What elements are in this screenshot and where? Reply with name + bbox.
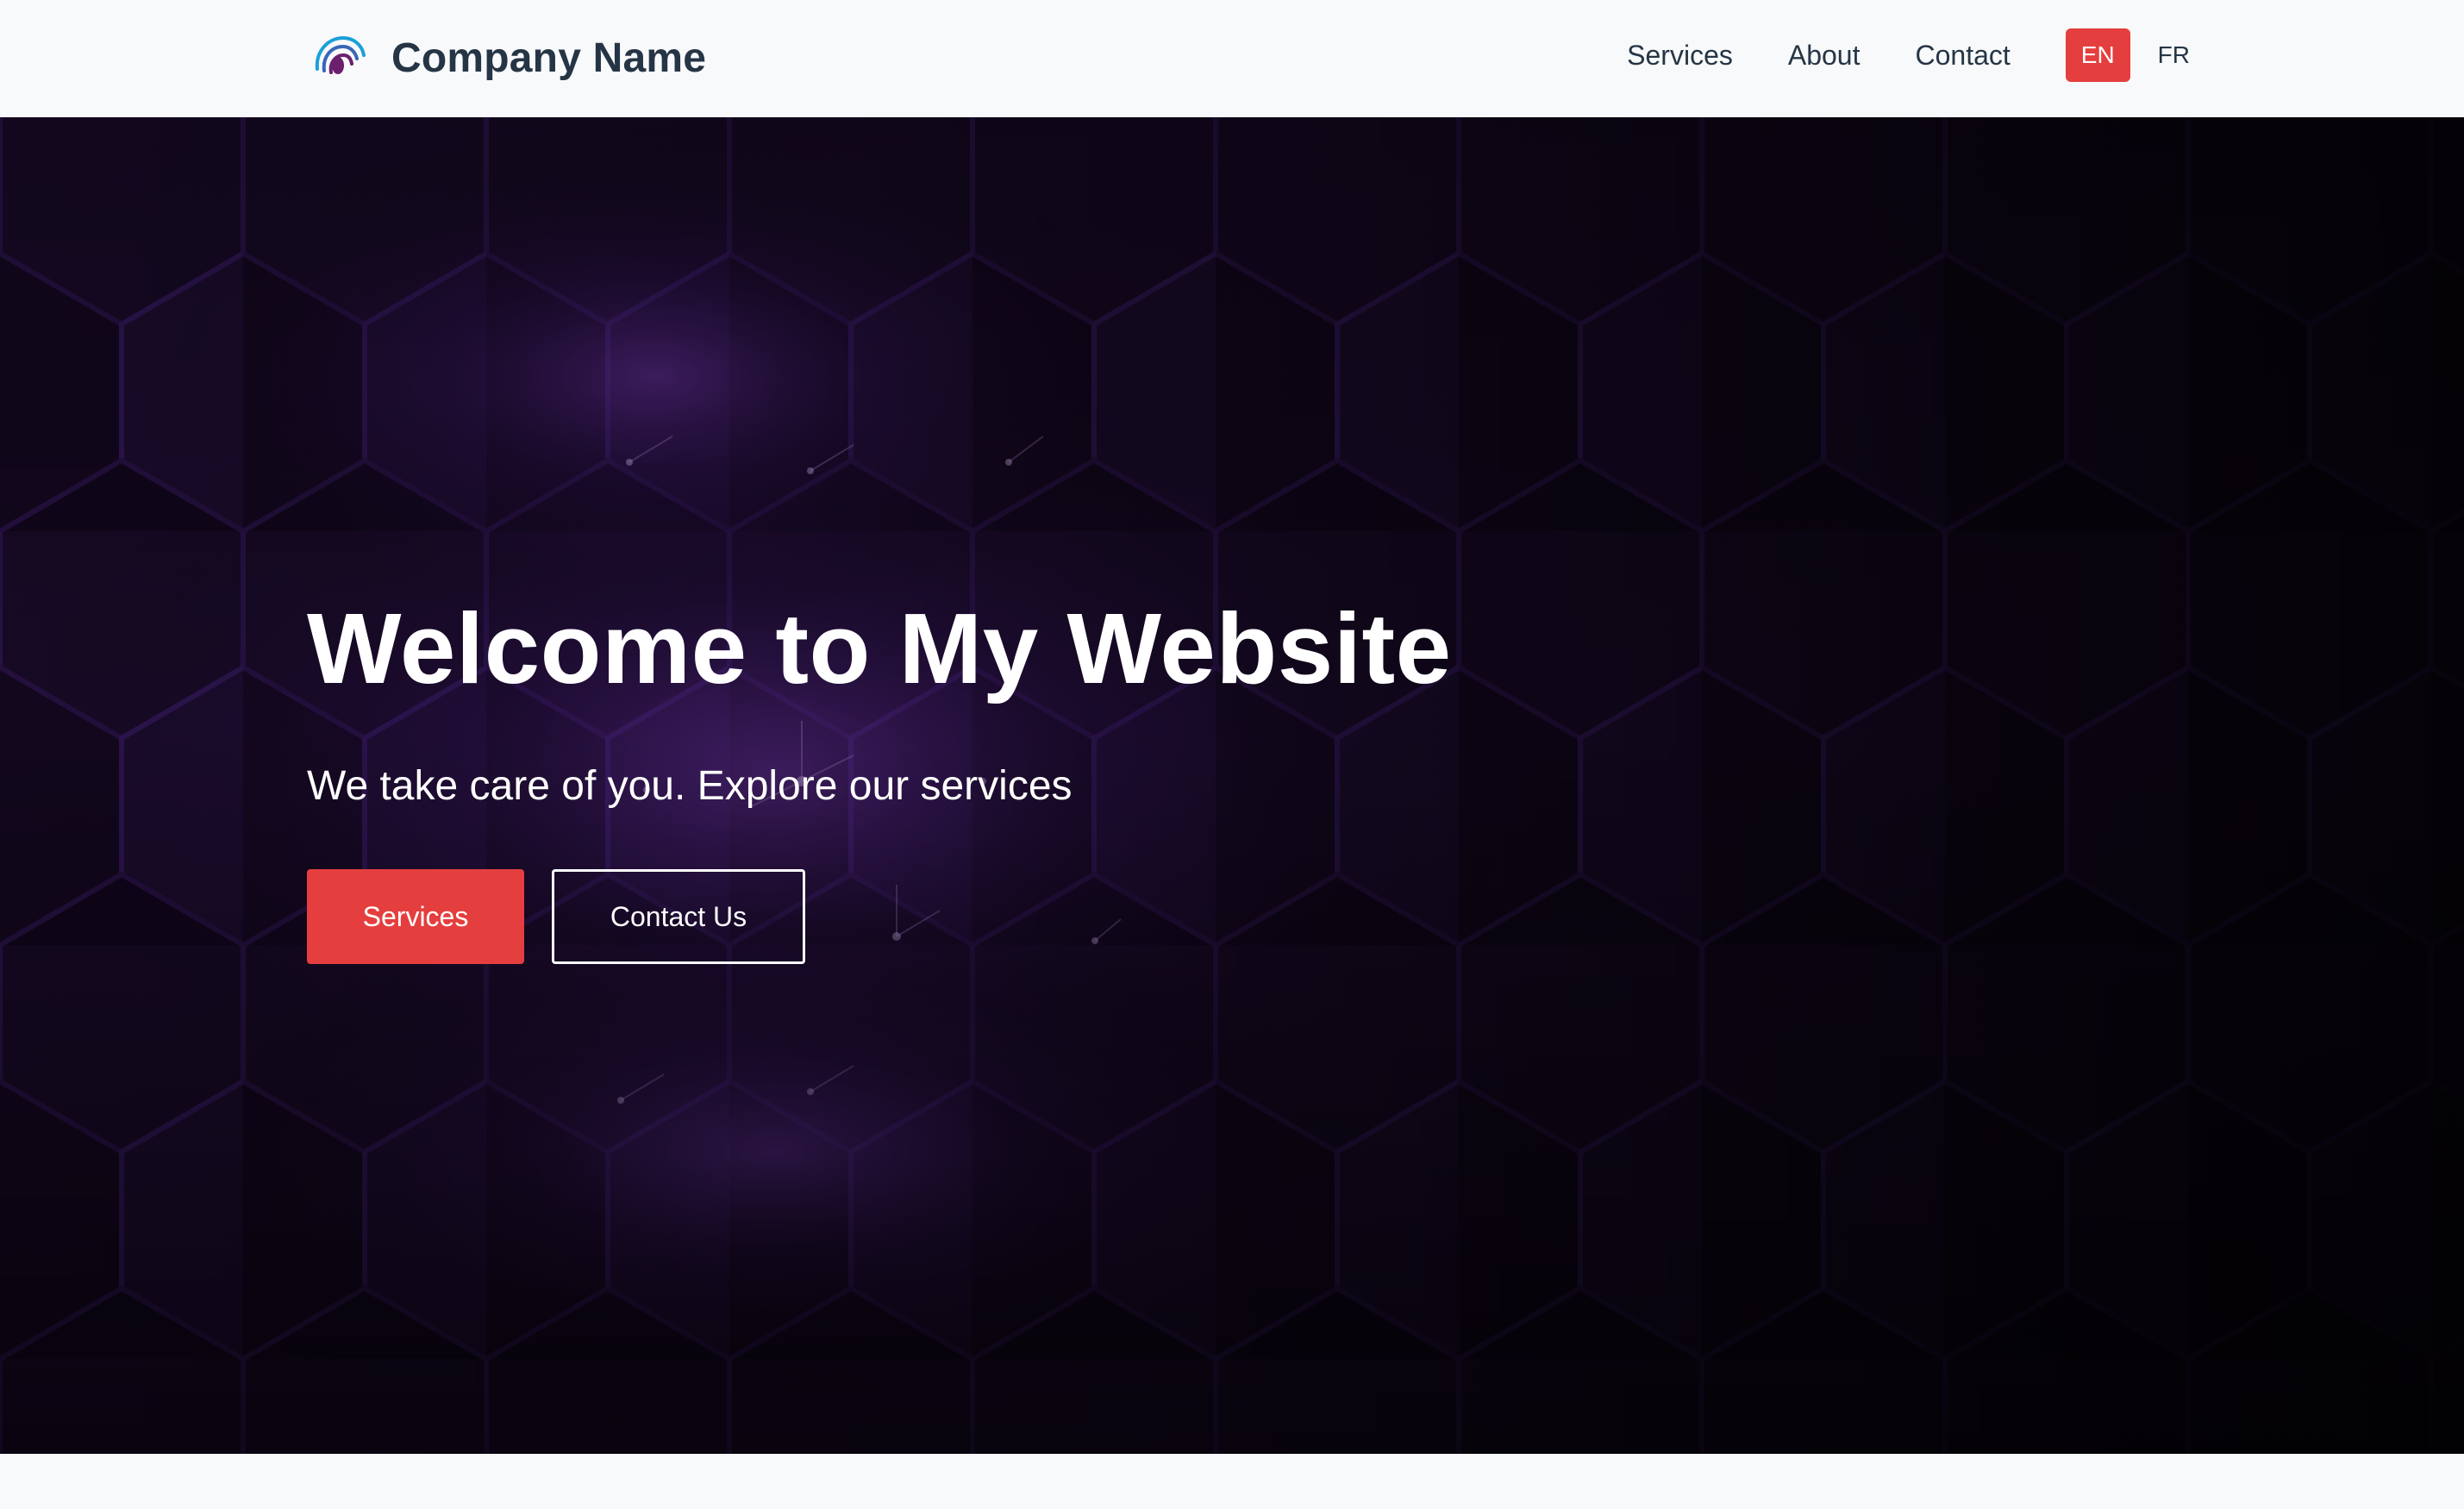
site-header: Company Name Services About Contact EN F… — [0, 0, 2464, 117]
next-section-edge — [0, 1454, 2464, 1509]
nav-link-contact[interactable]: Contact — [1915, 41, 2010, 69]
brand[interactable]: Company Name — [312, 24, 706, 93]
contact-us-button[interactable]: Contact Us — [552, 869, 805, 965]
company-name: Company Name — [391, 35, 707, 81]
hero-section: Welcome to My Website We take care of yo… — [0, 117, 2464, 1454]
nav-link-about[interactable]: About — [1788, 41, 1861, 69]
hero-content: Welcome to My Website We take care of yo… — [307, 592, 1859, 965]
language-switcher: EN FR — [2065, 28, 2205, 83]
hero-subtitle: We take care of you. Explore our service… — [307, 762, 1073, 809]
services-button[interactable]: Services — [307, 869, 524, 965]
nav-link-services[interactable]: Services — [1627, 41, 1733, 69]
hero-title: Welcome to My Website — [307, 592, 1452, 704]
hero-buttons: Services Contact Us — [307, 869, 1859, 965]
company-logo-icon — [312, 31, 367, 86]
language-en-button[interactable]: EN — [2065, 28, 2130, 82]
main-nav: Services About Contact EN FR — [1627, 27, 2205, 84]
language-fr-button[interactable]: FR — [2142, 28, 2205, 83]
